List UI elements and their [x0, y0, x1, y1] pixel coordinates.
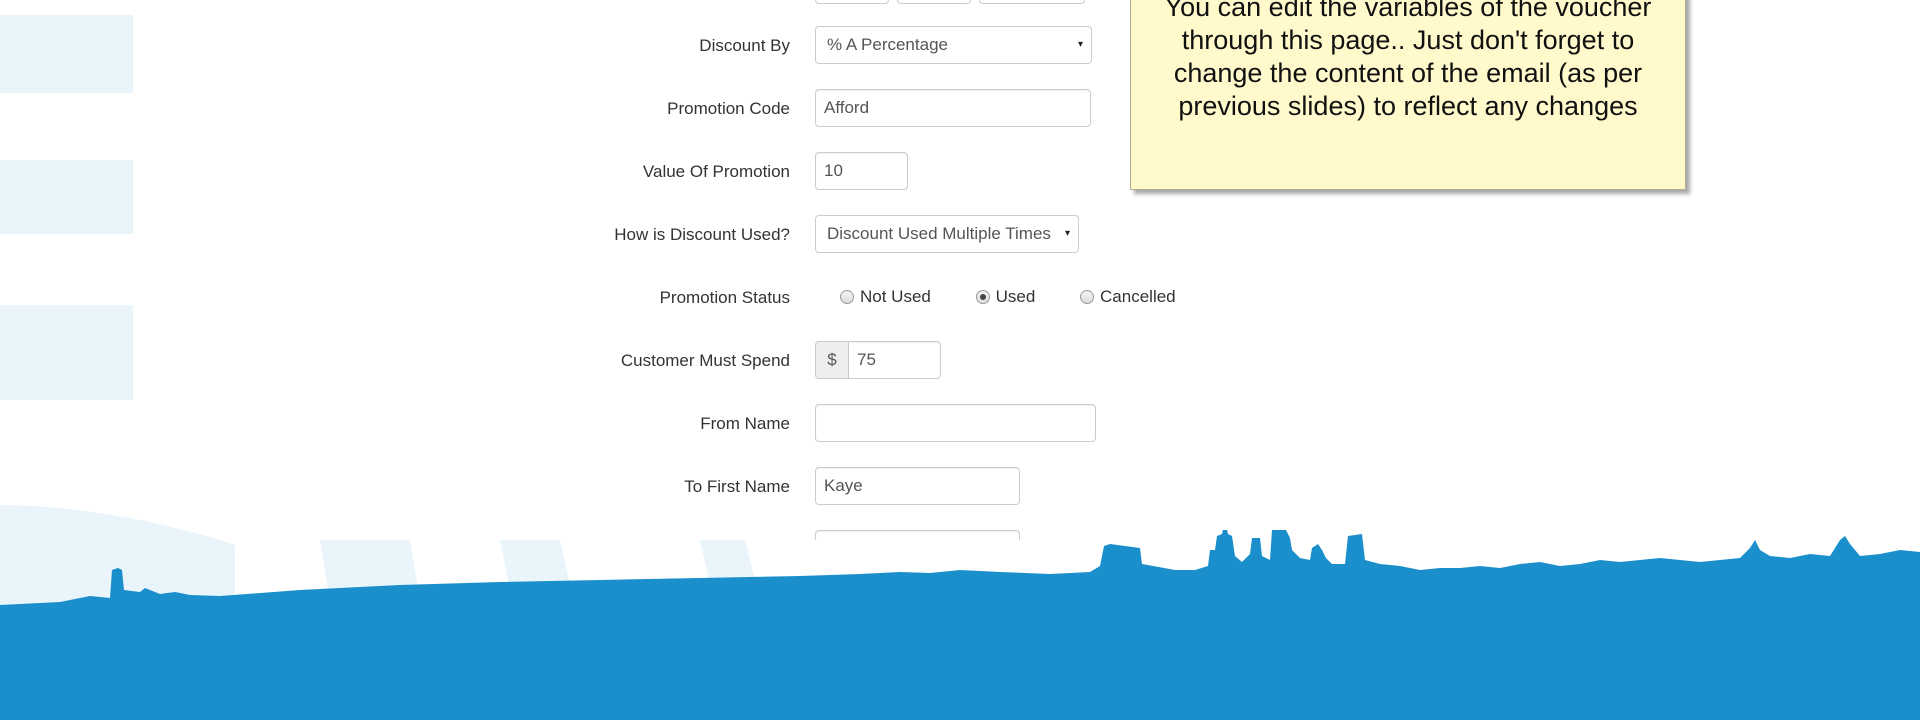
radio-cancelled-label: Cancelled	[1100, 286, 1176, 306]
slide-stage: Discount By % A Percentage ▾ Promotion C…	[0, 0, 1920, 720]
caret-down-icon: ▾	[1074, 27, 1083, 63]
radio-circle-icon[interactable]	[840, 289, 854, 304]
radio-cancelled[interactable]: Cancelled	[1080, 287, 1176, 307]
customer-must-spend-group: $ 75	[815, 341, 941, 379]
currency-addon: $	[815, 341, 848, 379]
radio-circle-icon[interactable]	[1080, 289, 1095, 304]
partial-field-1[interactable]	[815, 0, 889, 4]
how-discount-used-select[interactable]: Discount Used Multiple Times ▾	[815, 215, 1079, 253]
partial-field-2[interactable]	[897, 0, 971, 4]
promotion-code-input[interactable]: Afford	[815, 89, 1091, 127]
discount-by-label: Discount By	[699, 36, 790, 55]
row-customer-must-spend: Customer Must Spend $ 75	[0, 341, 1920, 379]
radio-used[interactable]: Used	[975, 286, 1036, 307]
to-first-name-input[interactable]: Kaye	[815, 467, 1020, 505]
partial-field-3[interactable]	[979, 0, 1085, 4]
promotion-code-label: Promotion Code	[667, 99, 790, 118]
row-from-name: From Name	[0, 404, 1920, 442]
radio-used-label: Used	[995, 286, 1036, 306]
callout-note-text: You can edit the variables of the vouche…	[1164, 0, 1652, 121]
callout-note: You can edit the variables of the vouche…	[1130, 0, 1686, 190]
row-to-first-name: To First Name Kaye	[0, 467, 1920, 505]
promotion-status-label: Promotion Status	[659, 288, 790, 307]
value-of-promotion-input[interactable]: 10	[815, 152, 908, 190]
radio-not-used-label: Not Used	[860, 286, 931, 306]
city-skyline-graphic	[0, 530, 1920, 720]
to-first-name-label: To First Name	[684, 477, 790, 496]
from-name-label: From Name	[700, 414, 790, 433]
caret-down-icon: ▾	[1061, 216, 1070, 252]
how-discount-used-value: Discount Used Multiple Times	[827, 224, 1051, 243]
discount-by-value: % A Percentage	[827, 35, 948, 54]
radio-circle-checked-icon[interactable]	[975, 289, 990, 304]
how-discount-used-label: How is Discount Used?	[614, 225, 790, 244]
discount-by-select[interactable]: % A Percentage ▾	[815, 26, 1092, 64]
value-of-promotion-label: Value Of Promotion	[642, 162, 790, 181]
radio-not-used[interactable]: Not Used	[840, 287, 931, 307]
from-name-input[interactable]	[815, 404, 1096, 442]
customer-must-spend-label: Customer Must Spend	[620, 351, 790, 370]
row-promotion-status: Promotion Status Not Used Used Cancelled	[0, 278, 1920, 316]
customer-must-spend-input[interactable]: 75	[848, 341, 941, 379]
row-how-discount-used: How is Discount Used? Discount Used Mult…	[0, 215, 1920, 253]
promotion-status-radio-group: Not Used Used Cancelled	[840, 286, 1216, 307]
